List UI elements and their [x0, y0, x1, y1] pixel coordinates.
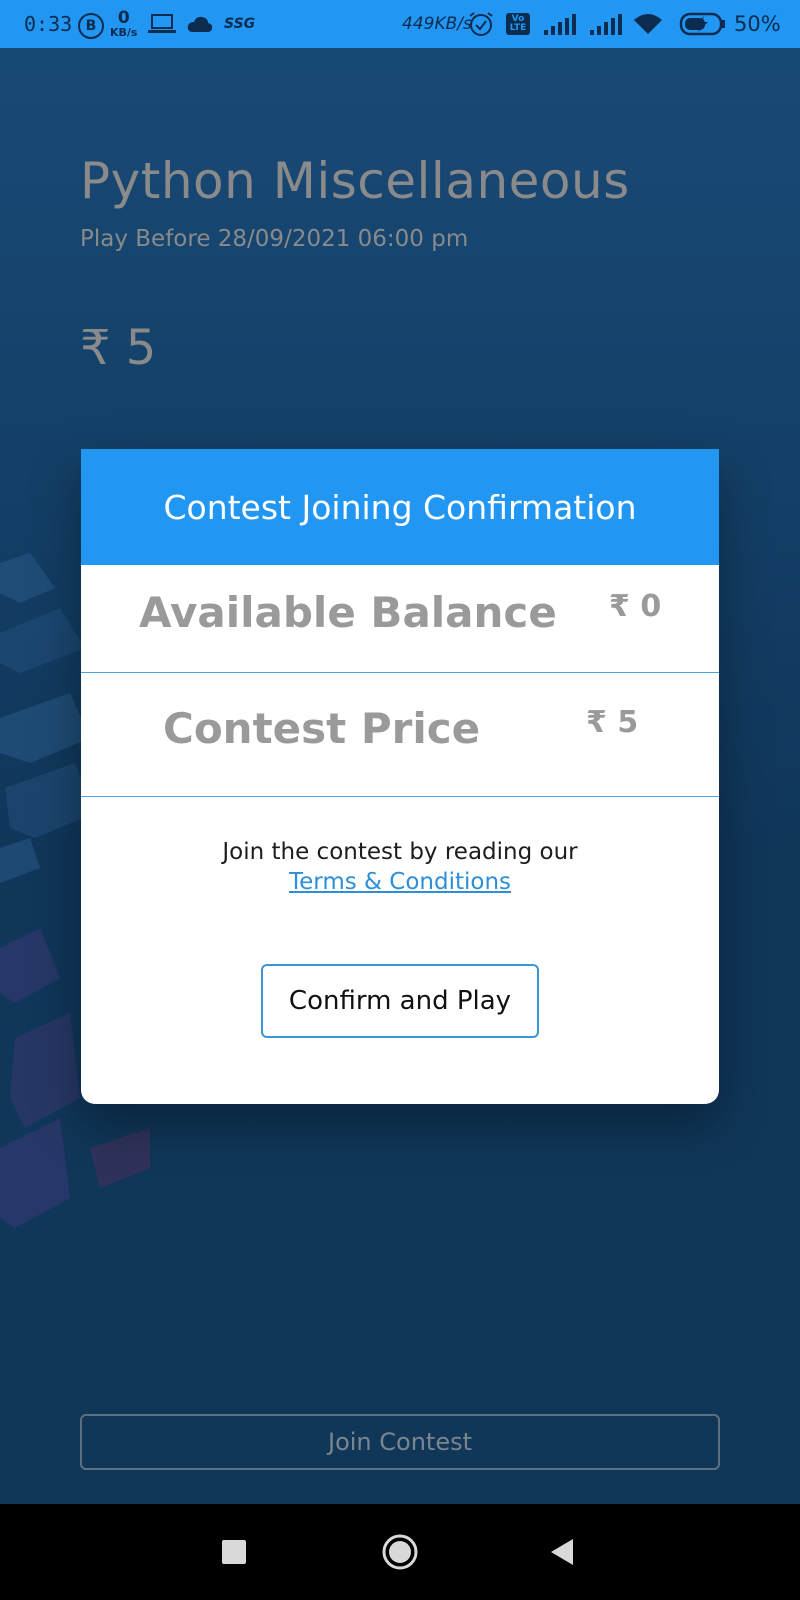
contest-deadline: Play Before 28/09/2021 06:00 pm — [80, 226, 469, 252]
bluetooth-badge-icon: B — [78, 13, 104, 39]
contest-title: Python Miscellaneous — [80, 152, 630, 210]
ssg-label: SSG — [224, 16, 256, 32]
alarm-icon — [468, 0, 494, 48]
confirm-and-play-button[interactable]: Confirm and Play — [261, 964, 539, 1038]
price-label: Contest Price — [163, 704, 481, 753]
cloud-icon — [187, 0, 213, 48]
entry-price: ₹ 5 — [80, 320, 157, 376]
status-bar: 0:33 B 0 KB/s SSG 449KB/s Vo LTE 50% — [0, 0, 800, 48]
net-speed-zero-unit: KB/s — [110, 26, 138, 39]
battery-charging-icon — [678, 0, 728, 48]
battery-percent: 50% — [734, 12, 781, 36]
terms-link[interactable]: Terms & Conditions — [289, 869, 511, 895]
balance-value: ₹ 0 — [609, 589, 662, 624]
laptop-icon — [148, 0, 176, 48]
signal-icon-2 — [588, 0, 624, 48]
recents-square-icon[interactable] — [194, 1504, 274, 1600]
price-row: Contest Price ₹ 5 — [81, 673, 719, 797]
volte-bottom: LTE — [509, 23, 527, 33]
balance-label: Available Balance — [139, 588, 557, 637]
wifi-icon — [632, 0, 664, 48]
volte-icon: Vo LTE — [506, 13, 530, 35]
terms-link-container: Terms & Conditions — [81, 867, 719, 897]
net-speed: 449KB/s — [402, 14, 472, 34]
signal-icon — [540, 0, 582, 48]
price-value: ₹ 5 — [586, 705, 639, 740]
dialog-title: Contest Joining Confirmation — [81, 449, 719, 565]
join-contest-button[interactable]: Join Contest — [80, 1414, 720, 1470]
balance-row: Available Balance ₹ 0 — [81, 565, 719, 673]
status-time: 0:33 — [24, 12, 73, 36]
confirmation-dialog: Contest Joining Confirmation Available B… — [81, 449, 719, 1104]
navigation-bar — [0, 1504, 800, 1600]
net-speed-zero: 0 KB/s — [110, 0, 137, 48]
home-circle-icon[interactable] — [360, 1504, 440, 1600]
net-speed-zero-value: 0 — [117, 8, 130, 28]
terms-text: Join the contest by reading our — [222, 839, 578, 865]
back-triangle-icon[interactable] — [522, 1504, 602, 1600]
